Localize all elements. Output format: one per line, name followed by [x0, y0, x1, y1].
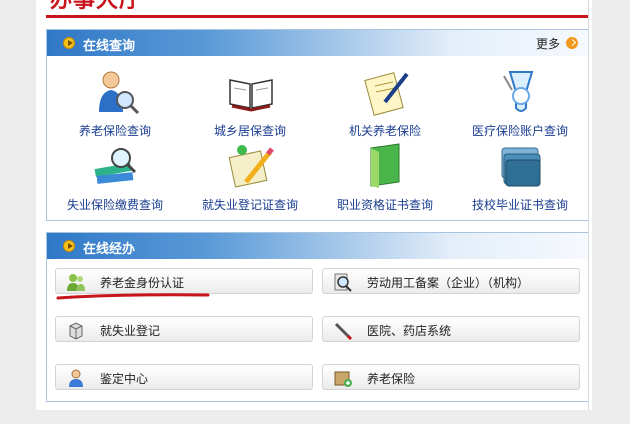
service-label: 鉴定中心 [100, 372, 149, 386]
service-label: 就失业登记 [100, 324, 161, 338]
banner-divider [46, 15, 589, 18]
user-card-icon [69, 369, 83, 387]
books-magnifier-icon [94, 148, 137, 184]
more-link[interactable]: 更多 [536, 35, 560, 52]
query-item-medical-account[interactable]: 医疗保险账户查询 [460, 68, 580, 138]
folder-stack-icon [501, 147, 541, 187]
more-arrow-icon[interactable] [566, 37, 578, 49]
users-icon [67, 274, 85, 291]
banner-title: 办事大厅 [50, 0, 143, 13]
query-item-label: 就失业登记证查询 [201, 198, 298, 212]
pen-icon [334, 322, 353, 340]
query-item-government-pension[interactable]: 机关养老保险 [325, 68, 445, 138]
certificate-pencil-icon [228, 145, 274, 188]
online-services-title: 在线经办 [83, 242, 136, 257]
service-pension-identity[interactable]: 养老金身份认证 [55, 268, 313, 294]
query-item-employment-certificate[interactable]: 就失业登记证查询 [190, 142, 310, 212]
red-underline-annotation [56, 293, 210, 300]
online-services-header: 在线经办 [47, 233, 588, 259]
query-item-label: 城乡居保查询 [213, 124, 286, 138]
query-item-unemployment-payment[interactable]: 失业保险缴费查询 [55, 142, 175, 212]
notepad-pen-icon [364, 72, 409, 116]
service-employment-registration[interactable]: 就失业登记 [55, 316, 313, 342]
query-item-label: 失业保险缴费查询 [66, 198, 163, 212]
service-labor-filing[interactable]: 劳动用工备案（企业）（机构） [322, 268, 580, 294]
medical-vial-icon [503, 71, 534, 112]
online-query-panel: 在线查询 更多 养老保险查询 城乡居保查询 机关养老保险 医疗保险账户查询 失业… [46, 29, 589, 221]
service-appraisal-center[interactable]: 鉴定中心 [55, 364, 313, 390]
service-label: 养老金身份认证 [100, 276, 185, 290]
cube-icon [69, 322, 83, 340]
query-item-qualification-certificate[interactable]: 职业资格证书查询 [325, 142, 445, 212]
query-item-label: 医疗保险账户查询 [471, 124, 568, 138]
play-bullet-icon [63, 240, 75, 252]
online-query-header: 在线查询 更多 [47, 30, 588, 56]
query-item-label: 技校毕业证书查询 [471, 198, 568, 212]
green-folder-icon [370, 143, 400, 188]
query-item-pension[interactable]: 养老保险查询 [55, 68, 175, 138]
service-hospital-pharmacy[interactable]: 医院、药店系统 [322, 316, 580, 342]
query-item-technical-school[interactable]: 技校毕业证书查询 [460, 142, 580, 212]
online-query-title: 在线查询 [83, 39, 136, 54]
play-bullet-icon [63, 37, 75, 49]
search-document-icon [334, 273, 352, 292]
query-item-urban-rural[interactable]: 城乡居保查询 [190, 68, 310, 138]
service-label: 医院、药店系统 [367, 324, 452, 338]
page-edge-rule [588, 0, 589, 410]
service-pension-insurance[interactable]: 养老保险 [322, 364, 580, 390]
online-services-panel: 在线经办 养老金身份认证 劳动用工备案（企业）（机构） 就失业登记 医院、药店系… [46, 232, 589, 402]
box-add-icon [334, 371, 352, 387]
service-label: 养老保险 [367, 372, 416, 386]
query-item-label: 机关养老保险 [348, 124, 421, 138]
content-page: 办事大厅 在线查询 更多 养老保险查询 城乡居保查询 机关养老保险 医疗保险账户… [36, 0, 592, 410]
person-magnifier-icon [99, 71, 140, 115]
service-label: 劳动用工备案（企业）（机构） [367, 276, 530, 290]
query-item-label: 养老保险查询 [78, 124, 151, 138]
open-book-icon [229, 79, 273, 112]
query-item-label: 职业资格证书查询 [336, 198, 433, 212]
